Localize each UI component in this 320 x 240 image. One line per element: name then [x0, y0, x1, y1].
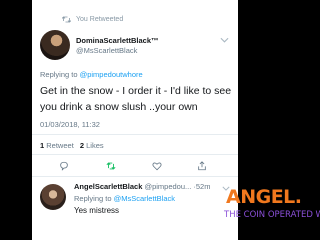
- tweet-body: Get in the snow - I order it - I'd like …: [40, 85, 232, 113]
- replying-prefix: Replying to: [40, 70, 80, 79]
- reply-icon[interactable]: [59, 161, 69, 171]
- reply-author[interactable]: AngelScarlettBlack @pimpedou... ·52m: [74, 182, 210, 191]
- retweet-count-label[interactable]: Retweet: [46, 141, 74, 150]
- reply-handle[interactable]: @pimpedou...: [144, 182, 191, 191]
- retweet-action-icon[interactable]: [106, 161, 116, 171]
- reply-replying-prefix: Replying to: [74, 194, 114, 203]
- retweet-count[interactable]: 1: [40, 141, 44, 150]
- tweet-actions: [32, 157, 238, 175]
- watermark-subtitle: THE COIN OPERATED W: [224, 210, 320, 220]
- watermark: ANGEL. THE COIN OPERATED W: [222, 186, 320, 226]
- author-display-name[interactable]: DominaScarlettBlack™: [76, 36, 159, 45]
- like-count[interactable]: 2: [80, 141, 84, 150]
- tweet-stats: 1 Retweet 2 Likes: [40, 141, 104, 150]
- reply-replying-to-link[interactable]: @MsScarlettBlack: [114, 194, 175, 203]
- divider: [32, 154, 238, 155]
- retweeted-indicator: You Retweeted: [62, 16, 123, 23]
- reply-display-name[interactable]: AngelScarlettBlack: [74, 182, 142, 191]
- share-icon[interactable]: [197, 161, 207, 171]
- reply-body: Yes mistress: [74, 206, 120, 215]
- like-count-label[interactable]: Likes: [86, 141, 104, 150]
- reply-age: ·52m: [193, 182, 211, 191]
- divider: [32, 134, 238, 135]
- divider: [32, 176, 238, 177]
- retweeted-label: You Retweeted: [76, 16, 124, 23]
- tweet-timestamp: 01/03/2018, 11:32: [40, 120, 100, 129]
- author-handle[interactable]: @MsScarlettBlack: [76, 46, 137, 55]
- tweet-detail-screen: You Retweeted DominaScarlettBlack™ @MsSc…: [32, 0, 238, 240]
- watermark-title: ANGEL.: [226, 186, 302, 208]
- chevron-down-icon[interactable]: [220, 37, 229, 43]
- like-icon[interactable]: [152, 161, 162, 171]
- replying-to-link[interactable]: @pimpedoutwhore: [80, 70, 143, 79]
- reply-avatar[interactable]: [40, 184, 66, 210]
- retweet-icon: [62, 16, 71, 23]
- reply-replying-to: Replying to @MsScarlettBlack: [74, 194, 175, 203]
- avatar[interactable]: [40, 30, 70, 60]
- replying-to: Replying to @pimpedoutwhore: [40, 70, 143, 79]
